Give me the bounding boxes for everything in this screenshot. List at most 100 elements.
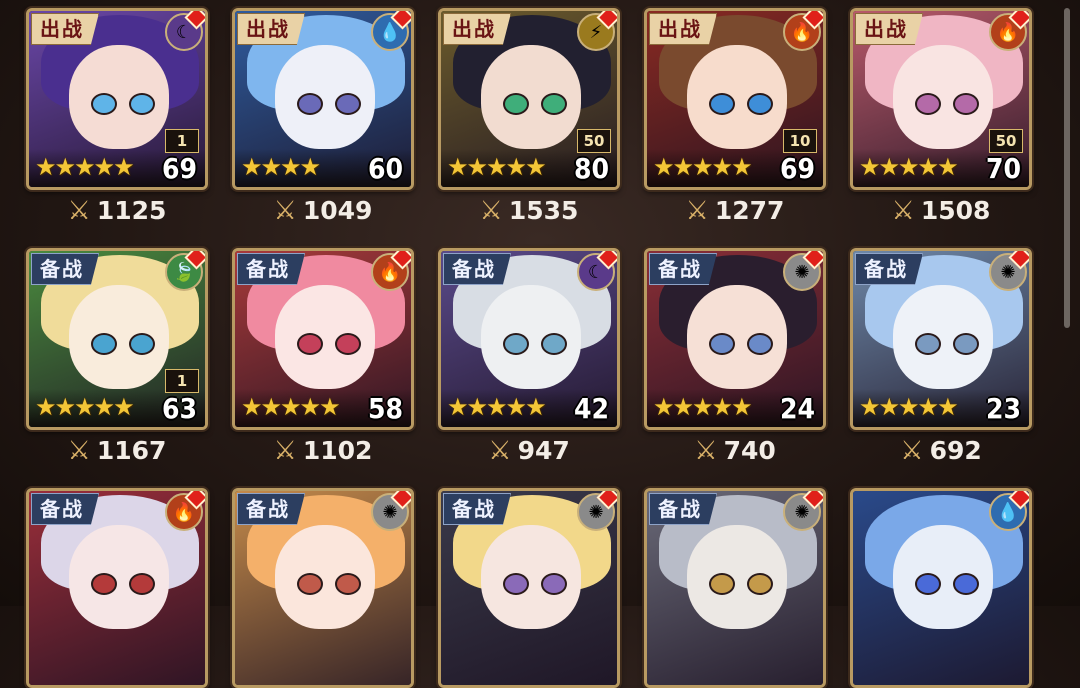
hero-eye — [953, 333, 979, 355]
crossed-swords-icon: ⚔ — [891, 196, 915, 226]
hero-eye — [335, 93, 361, 115]
hero-level: 69 — [779, 152, 815, 185]
hero-level: 42 — [573, 392, 609, 425]
hero-eye — [541, 93, 567, 115]
star-rating: ★★★★★ — [35, 153, 135, 181]
combat-power-value: 740 — [723, 436, 776, 465]
hero-eye — [297, 573, 323, 595]
crossed-swords-icon: ⚔ — [900, 436, 924, 466]
crossed-swords-icon: ⚔ — [273, 196, 297, 226]
hero-level: 63 — [161, 392, 197, 425]
combat-power: ⚔ 1049 — [232, 196, 414, 226]
status-tag: 备战 — [237, 493, 305, 525]
status-tag: 备战 — [855, 253, 923, 285]
hero-face — [69, 525, 169, 629]
combat-power: ⚔ 1277 — [644, 196, 826, 226]
hero-eye — [503, 573, 529, 595]
hero-eye — [129, 573, 155, 595]
hero-card[interactable]: 备战 ✺ — [232, 488, 414, 688]
status-tag: 出战 — [649, 13, 717, 45]
star-rating: ★★★★★ — [447, 393, 547, 421]
status-tag: 备战 — [649, 493, 717, 525]
crossed-swords-icon: ⚔ — [273, 436, 297, 466]
hero-eye — [709, 93, 735, 115]
hero-face — [687, 285, 787, 389]
rank-badge: 50 — [577, 129, 611, 153]
hero-level: 23 — [985, 392, 1021, 425]
hero-face — [893, 45, 993, 149]
hero-face — [893, 525, 993, 629]
star-rating: ★★★★★ — [859, 393, 959, 421]
combat-power-value: 1049 — [302, 196, 373, 225]
status-tag: 备战 — [31, 493, 99, 525]
hero-eye — [953, 573, 979, 595]
star-rating: ★★★★★ — [859, 153, 959, 181]
status-tag: 出战 — [31, 13, 99, 45]
hero-card[interactable]: 备战 🍃 1 ★★★★★ 63 — [26, 248, 208, 430]
hero-eye — [709, 573, 735, 595]
hero-eye — [91, 573, 117, 595]
star-rating: ★★★★★ — [35, 393, 135, 421]
status-tag: 备战 — [443, 493, 511, 525]
hero-eye — [91, 333, 117, 355]
hero-face — [275, 285, 375, 389]
hero-eye — [747, 333, 773, 355]
hero-face — [275, 45, 375, 149]
hero-face — [687, 525, 787, 629]
scrollbar[interactable] — [1064, 8, 1070, 328]
hero-card[interactable]: 备战 ✺ — [438, 488, 620, 688]
hero-card[interactable]: 出战 🔥 50 ★★★★★ 70 — [850, 8, 1032, 190]
hero-card[interactable]: 💧 — [850, 488, 1032, 688]
hero-card[interactable]: 备战 🔥 — [26, 488, 208, 688]
star-rating: ★★★★★ — [241, 393, 341, 421]
hero-card[interactable]: 出战 🔥 10 ★★★★★ 69 — [644, 8, 826, 190]
hero-card[interactable]: 备战 ✺ — [644, 488, 826, 688]
hero-eye — [953, 93, 979, 115]
combat-power-value: 692 — [929, 436, 982, 465]
hero-card[interactable]: 出战 ☾ 1 ★★★★★ 69 — [26, 8, 208, 190]
combat-power-value: 1535 — [508, 196, 579, 225]
rank-badge: 50 — [989, 129, 1023, 153]
hero-eye — [297, 333, 323, 355]
hero-level: 80 — [573, 152, 609, 185]
rank-badge: 1 — [165, 129, 199, 153]
hero-level: 58 — [367, 392, 403, 425]
combat-power: ⚔ 692 — [850, 436, 1032, 466]
combat-power: ⚔ 740 — [644, 436, 826, 466]
hero-level: 70 — [985, 152, 1021, 185]
hero-eye — [541, 573, 567, 595]
hero-eye — [335, 333, 361, 355]
combat-power-value: 1125 — [96, 196, 167, 225]
hero-card[interactable]: 备战 ✺ ★★★★★ 23 — [850, 248, 1032, 430]
star-rating: ★★★★★ — [653, 153, 753, 181]
hero-eye — [915, 93, 941, 115]
combat-power: ⚔ 1102 — [232, 436, 414, 466]
hero-eye — [747, 573, 773, 595]
crossed-swords-icon: ⚔ — [67, 196, 91, 226]
hero-eye — [915, 333, 941, 355]
combat-power-value: 1277 — [714, 196, 785, 225]
hero-face — [893, 285, 993, 389]
hero-face — [481, 45, 581, 149]
hero-eye — [335, 573, 361, 595]
combat-power-value: 1508 — [920, 196, 991, 225]
hero-eye — [541, 333, 567, 355]
hero-card[interactable]: 备战 🔥 ★★★★★ 58 — [232, 248, 414, 430]
hero-face — [481, 285, 581, 389]
status-tag: 备战 — [649, 253, 717, 285]
hero-eye — [129, 93, 155, 115]
hero-card[interactable]: 备战 ✺ ★★★★★ 24 — [644, 248, 826, 430]
hero-level: 69 — [161, 152, 197, 185]
hero-card[interactable]: 出战 ⚡ 50 ★★★★★ 80 — [438, 8, 620, 190]
status-tag: 出战 — [855, 13, 923, 45]
combat-power: ⚔ 947 — [438, 436, 620, 466]
hero-card[interactable]: 备战 ☾ ★★★★★ 42 — [438, 248, 620, 430]
hero-card[interactable]: 出战 💧 ★★★★ 60 — [232, 8, 414, 190]
star-rating: ★★★★★ — [447, 153, 547, 181]
status-tag: 备战 — [237, 253, 305, 285]
combat-power: ⚔ 1125 — [26, 196, 208, 226]
crossed-swords-icon: ⚔ — [67, 436, 91, 466]
combat-power-value: 1167 — [96, 436, 167, 465]
crossed-swords-icon: ⚔ — [694, 436, 718, 466]
hero-eye — [503, 333, 529, 355]
